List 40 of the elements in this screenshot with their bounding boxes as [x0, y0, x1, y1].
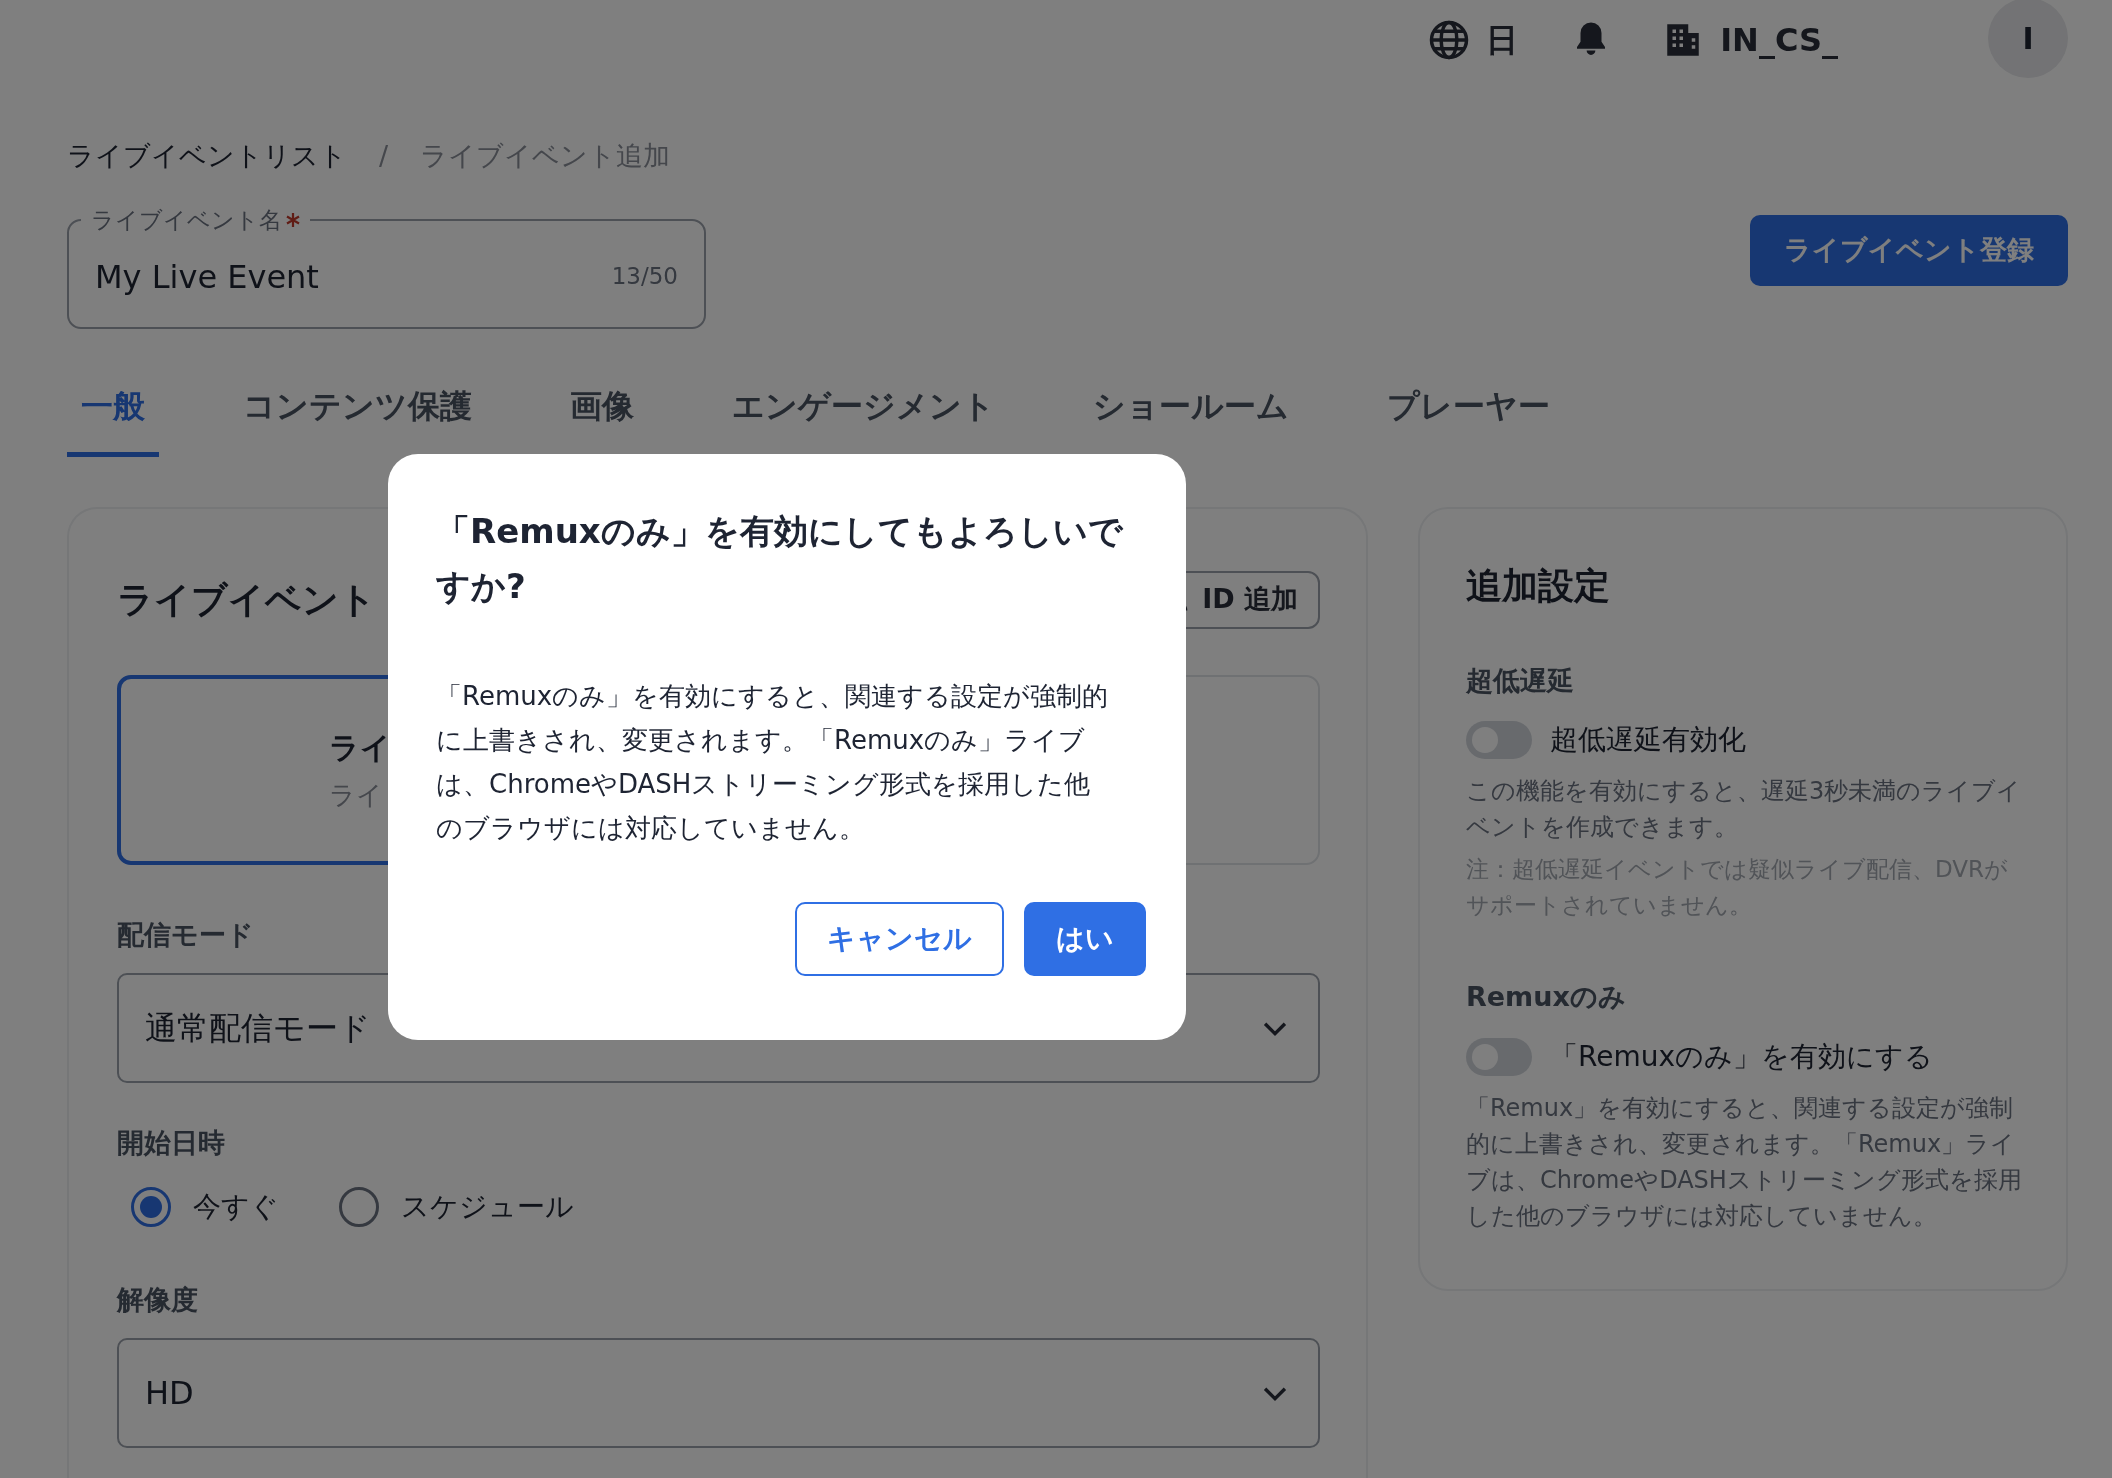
select-value: 通常配信モード — [145, 1008, 371, 1049]
select-value: HD — [145, 1373, 194, 1414]
field-value: My Live Event — [95, 256, 319, 298]
confirm-button[interactable]: はい — [1024, 902, 1146, 976]
section-heading: Remuxのみ — [1466, 980, 1627, 1014]
option-subtitle: ライ — [329, 778, 383, 812]
radio-label[interactable]: 今すぐ — [193, 1185, 279, 1228]
globe-icon[interactable] — [1428, 19, 1471, 61]
register-button[interactable]: ライブイベント登録 — [1750, 214, 2068, 286]
cancel-button[interactable]: キャンセル — [795, 902, 1004, 976]
section-heading: 超低遅延 — [1466, 663, 1575, 698]
tab[interactable]: エンゲージメント — [718, 373, 1009, 457]
tab[interactable]: 画像 — [556, 373, 648, 457]
toggle-label: 「Remuxのみ」を有効にする — [1550, 1038, 1933, 1075]
select-field[interactable]: HD — [117, 1338, 1320, 1448]
radio-label[interactable]: スケジュール — [401, 1185, 574, 1228]
avatar[interactable]: I — [1988, 0, 2068, 78]
toggle-label: 超低遅延有効化 — [1550, 722, 1746, 758]
dialog-message: 「Remuxのみ」を有効にすると、関連する設定が強制的に上書きされ、変更されます。「Remuxのみ」ライブは、ChromeやDASHストリーミング形式を採用した他のブラウザには対応していません。 — [436, 680, 1110, 845]
tab[interactable]: コンテンツ保護 — [229, 373, 486, 457]
tab[interactable]: プレーヤー — [1373, 373, 1564, 457]
field-label: 解像度 — [117, 1282, 198, 1317]
description-text: この機能を有効にすると、遅延3秒未満のライブイベントを作成できます。 — [1466, 776, 2023, 843]
account-name[interactable]: IN_CS_ — [1720, 16, 1838, 64]
field-label: 開始日時 — [117, 1126, 225, 1160]
option-title: ライ — [329, 728, 391, 767]
radio-button[interactable] — [131, 1186, 171, 1227]
card-title: 追加設定 — [1466, 563, 1611, 608]
character-counter: 13/50 — [611, 262, 678, 292]
card-title: ライブイベント — [117, 577, 376, 622]
tab[interactable]: 一般 — [67, 373, 159, 457]
dialog-title: 「Remuxのみ」を有効にしてもよろしいですか? — [436, 510, 1124, 608]
field-label: 配信モード — [117, 917, 254, 952]
breadcrumb-link[interactable]: ライブイベントリスト — [67, 136, 347, 177]
description-text: 「Remux」を有効にすると、関連する設定が強制的に上書きされ、変更されます。「Remux」ライブは、ChromeやDASHストリーミング形式を採用した他のブラウザには対応していません。 — [1466, 1092, 2023, 1232]
language-label[interactable]: 日 — [1486, 16, 1519, 64]
tab[interactable]: ショールーム — [1079, 373, 1303, 457]
breadcrumb-separator: / — [379, 139, 389, 173]
radio-button[interactable] — [339, 1186, 379, 1227]
field-label: ライブイベント名 — [91, 205, 282, 235]
